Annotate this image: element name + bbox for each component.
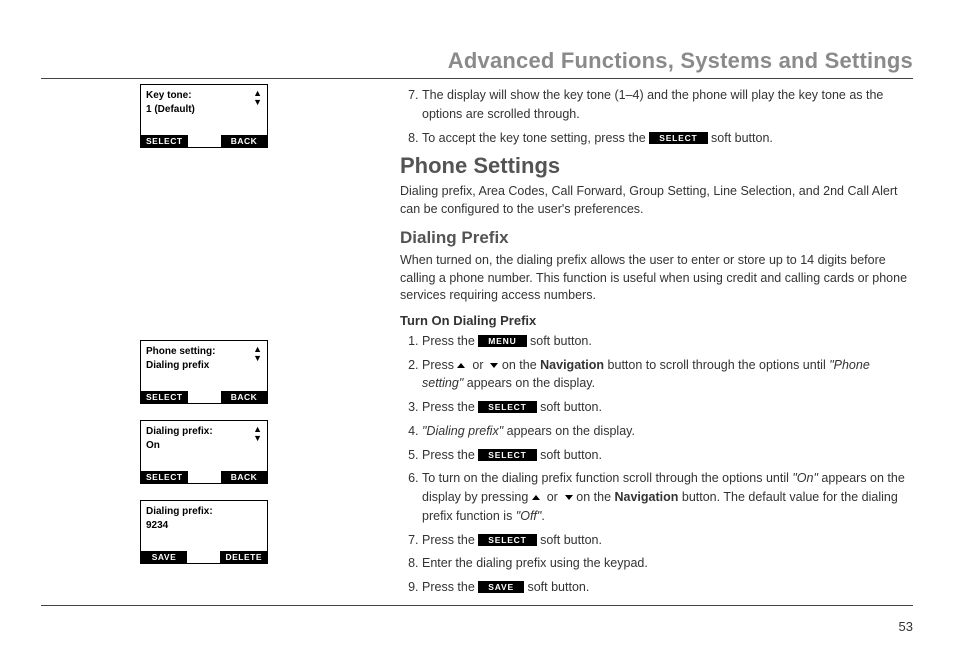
step-text: Press the xyxy=(422,400,478,414)
step-text: soft button. xyxy=(527,334,592,348)
lcd-line1: Dialing prefix: xyxy=(146,505,262,519)
step-text: soft button. xyxy=(537,400,602,414)
lcd-line2: Dialing prefix xyxy=(146,359,262,373)
lcd-line1: Dialing prefix: xyxy=(146,425,262,439)
step-quoted: "Off" xyxy=(516,509,542,523)
divider-bottom xyxy=(41,605,913,606)
step-text: Press the xyxy=(422,533,478,547)
step-text: . xyxy=(541,509,544,523)
right-column: The display will show the key tone (1–4)… xyxy=(400,84,913,602)
subsection-title: Dialing Prefix xyxy=(400,228,913,248)
step-text: soft button. xyxy=(537,533,602,547)
step-text: or xyxy=(540,490,565,504)
softkey-right: BACK xyxy=(221,391,267,403)
procedure-title: Turn On Dialing Prefix xyxy=(400,313,913,328)
list-item: The display will show the key tone (1–4)… xyxy=(422,86,913,124)
step-bold: Navigation xyxy=(540,358,604,372)
select-softbutton-icon: SELECT xyxy=(649,132,707,144)
lcd-line1: Phone setting: xyxy=(146,345,262,359)
lcd-screen: Dialing prefix:9234 SAVE DELETE xyxy=(140,500,268,564)
softbutton-icon: SELECT xyxy=(478,401,536,413)
lcd-body: ▲▼Dialing prefix:On xyxy=(141,421,267,471)
softbutton-icon: SELECT xyxy=(478,534,536,546)
softkey-left: SELECT xyxy=(141,471,188,483)
step-text: button to scroll through the options unt… xyxy=(604,358,829,372)
step-text: Enter the dialing prefix using the keypa… xyxy=(422,556,648,570)
softkey-right: BACK xyxy=(221,135,267,147)
divider-top xyxy=(41,78,913,79)
softbutton-icon: SELECT xyxy=(478,449,536,461)
nav-down-icon xyxy=(565,495,573,500)
lcd-line-blank xyxy=(146,533,262,547)
list-item: Press the MENU soft button. xyxy=(422,332,913,351)
updown-icon: ▲▼ xyxy=(253,345,262,363)
softbutton-icon: MENU xyxy=(478,335,526,347)
step-text: on the xyxy=(498,358,540,372)
step-text: Press the xyxy=(422,334,478,348)
list-item: Press or on the Navigation button to scr… xyxy=(422,356,913,394)
step-text: Press the xyxy=(422,448,478,462)
updown-icon: ▲▼ xyxy=(253,89,262,107)
step-text-post: soft button. xyxy=(708,131,773,145)
softkey-right: DELETE xyxy=(220,551,267,563)
lcd-line1: Key tone: xyxy=(146,89,262,103)
list-item: Press the SAVE soft button. xyxy=(422,578,913,597)
softkey-left: SAVE xyxy=(141,551,187,563)
list-item: Press the SELECT soft button. xyxy=(422,446,913,465)
step-quoted: "Dialing prefix" xyxy=(422,424,503,438)
lcd-line-blank xyxy=(146,373,262,387)
section-title: Phone Settings xyxy=(400,153,913,179)
lcd-softkeys: SELECT BACK xyxy=(141,471,267,483)
nav-up-icon xyxy=(532,495,540,500)
step-text: The display will show the key tone (1–4)… xyxy=(422,88,883,121)
lcd-screen: ▲▼Key tone:1 (Default) SELECT BACK xyxy=(140,84,268,148)
softkey-right: BACK xyxy=(221,471,267,483)
list-item: Press the SELECT soft button. xyxy=(422,398,913,417)
lcd-line-blank xyxy=(146,117,262,131)
lcd-body: ▲▼Phone setting:Dialing prefix xyxy=(141,341,267,391)
procedure-steps-list: Press the MENU soft button. Press or on t… xyxy=(400,332,913,597)
page-number: 53 xyxy=(899,619,913,634)
page: Advanced Functions, Systems and Settings… xyxy=(0,0,954,656)
lcd-softkeys: SAVE DELETE xyxy=(141,551,267,563)
step-bold: Navigation xyxy=(615,490,679,504)
lcd-body: Dialing prefix:9234 xyxy=(141,501,267,551)
step-text: To turn on the dialing prefix function s… xyxy=(422,471,792,485)
lcd-softkeys: SELECT BACK xyxy=(141,135,267,147)
step-text: or xyxy=(465,358,490,372)
lcd-line2: On xyxy=(146,439,262,453)
lcd-body: ▲▼Key tone:1 (Default) xyxy=(141,85,267,135)
step-text: Press the xyxy=(422,580,478,594)
intro-steps-list: The display will show the key tone (1–4)… xyxy=(400,86,913,147)
lcd-line-blank xyxy=(146,453,262,467)
list-item: Press the SELECT soft button. xyxy=(422,531,913,550)
subsection-intro: When turned on, the dialing prefix allow… xyxy=(400,252,913,305)
step-text-pre: To accept the key tone setting, press th… xyxy=(422,131,649,145)
lcd-line2: 9234 xyxy=(146,519,262,533)
list-item: To turn on the dialing prefix function s… xyxy=(422,469,913,525)
softkey-left: SELECT xyxy=(141,391,188,403)
step-text: soft button. xyxy=(537,448,602,462)
step-text: Press xyxy=(422,358,457,372)
updown-icon: ▲▼ xyxy=(253,425,262,443)
lcd-softkeys: SELECT BACK xyxy=(141,391,267,403)
step-text: appears on the display. xyxy=(503,424,635,438)
page-header-title: Advanced Functions, Systems and Settings xyxy=(448,48,913,74)
lcd-screen: ▲▼Phone setting:Dialing prefix SELECT BAC… xyxy=(140,340,268,404)
step-text: on the xyxy=(573,490,615,504)
section-intro: Dialing prefix, Area Codes, Call Forward… xyxy=(400,183,913,218)
list-item: "Dialing prefix" appears on the display. xyxy=(422,422,913,441)
step-text: soft button. xyxy=(524,580,589,594)
list-item: To accept the key tone setting, press th… xyxy=(422,129,913,148)
softkey-left: SELECT xyxy=(141,135,188,147)
step-text: appears on the display. xyxy=(463,376,595,390)
lcd-line2: 1 (Default) xyxy=(146,103,262,117)
step-quoted: "On" xyxy=(792,471,818,485)
list-item: Enter the dialing prefix using the keypa… xyxy=(422,554,913,573)
softbutton-icon: SAVE xyxy=(478,581,524,593)
lcd-screen: ▲▼Dialing prefix:On SELECT BACK xyxy=(140,420,268,484)
